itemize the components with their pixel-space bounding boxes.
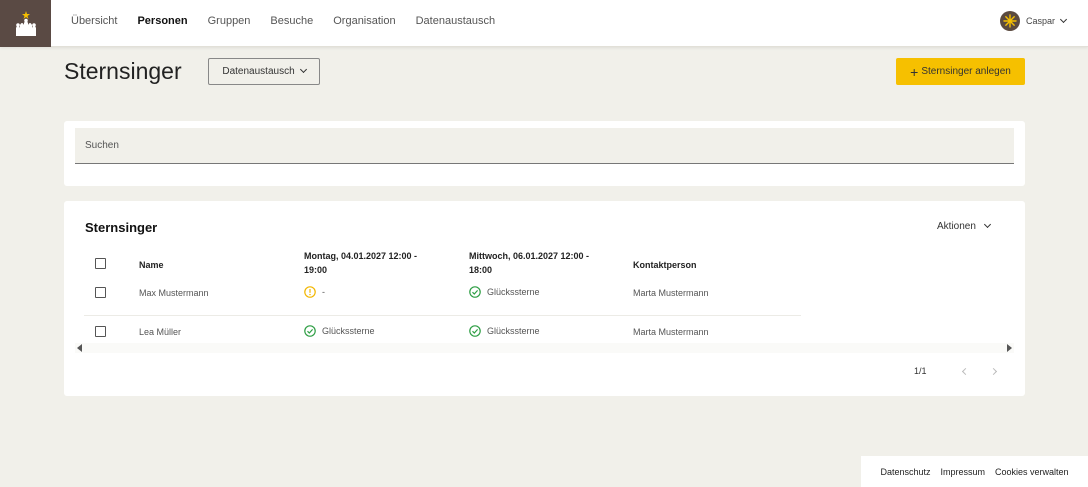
day2-status-label: Glückssterne xyxy=(487,287,540,297)
main-nav: Übersicht Personen Gruppen Besuche Organ… xyxy=(61,0,505,42)
chevron-left-icon[interactable] xyxy=(961,367,970,376)
check-circle-icon xyxy=(304,325,316,337)
footer-link-impressum[interactable]: Impressum xyxy=(940,467,985,477)
check-circle-icon xyxy=(469,286,481,298)
nav-item-gruppen[interactable]: Gruppen xyxy=(208,15,251,27)
sternsinger-table: Name Montag, 04.01.2027 12:00 - 19:00 Mi… xyxy=(84,245,801,347)
select-all-checkbox[interactable] xyxy=(95,258,106,269)
day1-status: Glückssterne xyxy=(304,325,375,337)
column-header-contact[interactable]: Kontaktperson xyxy=(633,258,697,272)
add-sternsinger-button[interactable]: + Sternsinger anlegen xyxy=(896,58,1025,85)
scroll-left-icon[interactable] xyxy=(77,344,82,352)
day2-status: Glückssterne xyxy=(469,286,540,298)
footer-link-cookies[interactable]: Cookies verwalten xyxy=(995,467,1069,477)
footer: Datenschutz Impressum Cookies verwalten xyxy=(861,456,1088,487)
day2-status-label: Glückssterne xyxy=(487,326,540,336)
actions-label: Aktionen xyxy=(937,221,976,232)
warning-icon xyxy=(304,286,316,298)
check-circle-icon xyxy=(469,325,481,337)
actions-menu[interactable]: Aktionen xyxy=(937,220,991,232)
nav-item-organisation[interactable]: Organisation xyxy=(333,15,395,27)
column-header-day2[interactable]: Mittwoch, 06.01.2027 12:00 - 18:00 xyxy=(469,249,594,277)
person-name[interactable]: Max Mustermann xyxy=(139,288,209,298)
add-button-label: Sternsinger anlegen xyxy=(921,66,1011,77)
day1-status: - xyxy=(304,286,325,298)
row-checkbox[interactable] xyxy=(95,326,106,337)
avatar xyxy=(999,11,1020,31)
day1-status-label: - xyxy=(322,287,325,297)
horizontal-scrollbar[interactable] xyxy=(75,343,1014,353)
person-name[interactable]: Lea Müller xyxy=(139,327,181,337)
datenaustausch-dropdown[interactable]: Datenaustausch xyxy=(208,58,320,85)
star-icon xyxy=(1003,14,1017,28)
user-name: Caspar xyxy=(1025,16,1055,26)
chevron-down-icon xyxy=(1059,15,1068,23)
row-checkbox[interactable] xyxy=(95,287,106,298)
chevron-down-icon xyxy=(983,220,991,229)
logo-icon xyxy=(15,10,36,36)
contact-person: Marta Mustermann xyxy=(633,288,709,298)
top-bar: Übersicht Personen Gruppen Besuche Organ… xyxy=(0,0,1088,47)
search-card xyxy=(64,121,1025,186)
pagination-label: 1/1 xyxy=(914,366,927,376)
scroll-right-icon[interactable] xyxy=(1007,344,1012,352)
app-logo[interactable] xyxy=(0,0,51,47)
day2-status: Glückssterne xyxy=(469,325,540,337)
chevron-right-icon[interactable] xyxy=(989,367,998,376)
page-title: Sternsinger xyxy=(64,58,182,84)
list-title: Sternsinger xyxy=(85,220,158,235)
chevron-down-icon xyxy=(299,65,307,74)
plus-icon: + xyxy=(910,63,919,80)
footer-link-datenschutz[interactable]: Datenschutz xyxy=(880,467,930,477)
table-header: Name Montag, 04.01.2027 12:00 - 19:00 Mi… xyxy=(84,245,801,285)
nav-item-personen[interactable]: Personen xyxy=(137,15,187,27)
column-header-name[interactable]: Name xyxy=(139,258,164,272)
dropdown-label: Datenaustausch xyxy=(222,66,295,77)
column-header-day1[interactable]: Montag, 04.01.2027 12:00 - 19:00 xyxy=(304,249,429,277)
search-input[interactable] xyxy=(75,128,1014,164)
table-row[interactable]: Max Mustermann - Glückssterne Marta Must… xyxy=(84,285,801,316)
nav-item-uebersicht[interactable]: Übersicht xyxy=(71,15,117,27)
nav-item-datenaustausch[interactable]: Datenaustausch xyxy=(416,15,496,27)
contact-person: Marta Mustermann xyxy=(633,327,709,337)
day1-status-label: Glückssterne xyxy=(322,326,375,336)
sternsinger-list-card: Sternsinger Aktionen Name Montag, 04.01.… xyxy=(64,201,1025,396)
nav-item-besuche[interactable]: Besuche xyxy=(270,15,313,27)
user-menu[interactable]: Caspar xyxy=(999,11,1068,31)
